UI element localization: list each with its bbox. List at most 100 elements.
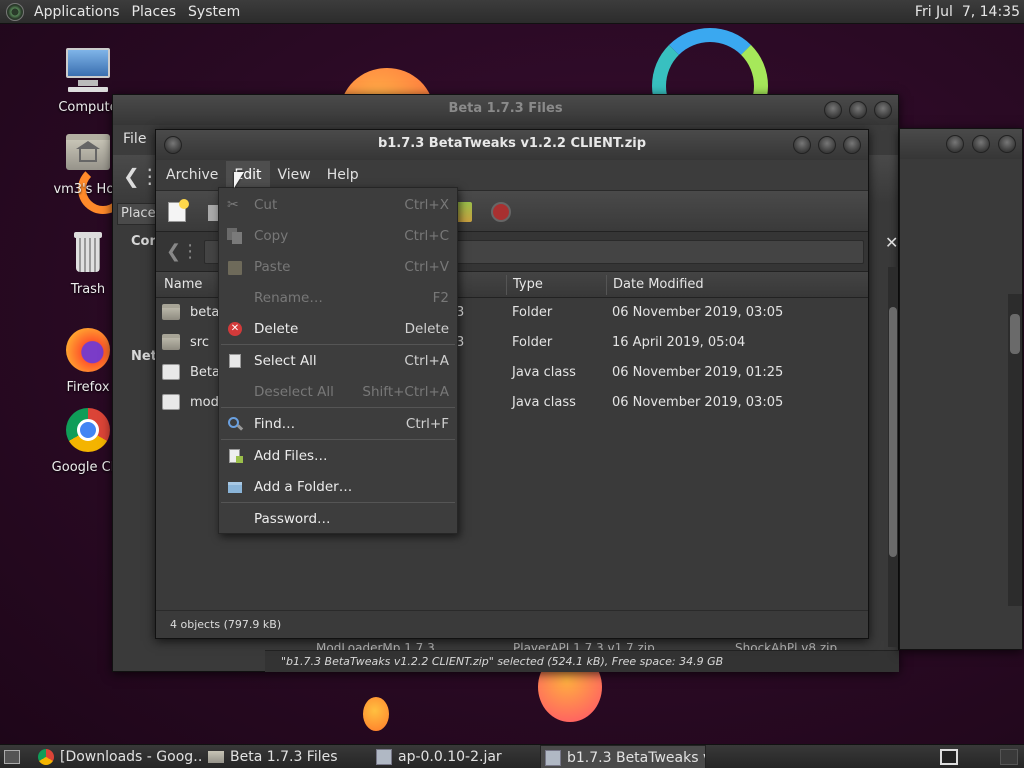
menu-file[interactable]: File bbox=[123, 131, 146, 147]
window-minimize-button[interactable] bbox=[824, 101, 842, 119]
menu-item-paste[interactable]: Paste Ctrl+V bbox=[219, 252, 457, 282]
java-class-icon bbox=[162, 394, 180, 410]
column-header-date[interactable]: Date Modified bbox=[613, 277, 704, 292]
menu-view[interactable]: View bbox=[270, 161, 319, 189]
row-type: Folder bbox=[512, 305, 553, 320]
menu-item-copy[interactable]: Copy Ctrl+C bbox=[219, 221, 457, 251]
menu-places[interactable]: Places bbox=[132, 4, 177, 20]
row-date: 06 November 2019, 01:25 bbox=[612, 365, 784, 380]
delete-icon: ✕ bbox=[227, 321, 243, 337]
menu-archive[interactable]: Archive bbox=[158, 161, 226, 189]
menu-item-add-files[interactable]: Add Files… bbox=[219, 441, 457, 471]
row-type: Folder bbox=[512, 335, 553, 350]
menu-edit[interactable]: Edit bbox=[226, 161, 270, 189]
menu-item-delete[interactable]: ✕ Delete Delete bbox=[219, 314, 457, 344]
paste-icon bbox=[227, 259, 243, 275]
chrome-icon bbox=[38, 749, 54, 765]
row-date: 16 April 2019, 05:04 bbox=[612, 335, 746, 350]
row-type: Java class bbox=[512, 365, 576, 380]
menu-item-add-folder[interactable]: Add a Folder… bbox=[219, 472, 457, 502]
window-close-button[interactable] bbox=[843, 136, 861, 154]
menu-item-rename[interactable]: Rename… F2 bbox=[219, 283, 457, 313]
close-icon[interactable]: ✕ bbox=[885, 233, 898, 252]
scrollbar-thumb[interactable] bbox=[1010, 314, 1020, 354]
scrollbar-thumb[interactable] bbox=[889, 307, 897, 557]
copy-icon bbox=[227, 228, 243, 244]
menu-separator bbox=[221, 439, 455, 440]
row-type: Java class bbox=[512, 395, 576, 410]
window-maximize-button[interactable] bbox=[849, 101, 867, 119]
window-close-button[interactable] bbox=[874, 101, 892, 119]
computer-icon bbox=[64, 46, 112, 94]
back-icon[interactable]: ❮⋮ bbox=[166, 241, 199, 262]
window-maximize-button[interactable] bbox=[818, 136, 836, 154]
extract-icon[interactable] bbox=[456, 202, 472, 222]
taskbar-item-label: Beta 1.7.3 Files bbox=[230, 749, 338, 765]
new-archive-icon[interactable] bbox=[168, 199, 189, 222]
folder-icon bbox=[162, 304, 180, 320]
menu-separator bbox=[221, 407, 455, 408]
window-title: Beta 1.7.3 Files bbox=[448, 101, 563, 116]
panel-clock[interactable]: Fri Jul 7, 14:35 bbox=[915, 4, 1020, 20]
row-name: src bbox=[190, 335, 209, 350]
distro-logo-icon[interactable] bbox=[6, 2, 24, 21]
mouse-cursor-icon bbox=[234, 172, 244, 188]
menu-item-cut[interactable]: ✂ Cut Ctrl+X bbox=[219, 190, 457, 220]
archive-titlebar[interactable]: b1.7.3 BetaTweaks v1.2.2 CLIENT.zip bbox=[156, 130, 868, 160]
window-minimize-button[interactable] bbox=[793, 136, 811, 154]
row-date: 06 November 2019, 03:05 bbox=[612, 305, 784, 320]
top-panel: Applications Places System Fri Jul 7, 14… bbox=[0, 0, 1024, 24]
window-minimize-button[interactable] bbox=[946, 135, 964, 153]
chrome-icon bbox=[64, 406, 112, 454]
status-text: "b1.7.3 BetaTweaks v1.2.2 CLIENT.zip" se… bbox=[281, 655, 724, 668]
background-window-titlebar[interactable] bbox=[900, 129, 1022, 159]
workspace-switcher-icon[interactable] bbox=[1000, 749, 1018, 765]
menu-help[interactable]: Help bbox=[319, 161, 367, 189]
archive-menubar: Archive Edit View Help bbox=[156, 160, 868, 190]
menu-item-password[interactable]: Password… bbox=[219, 504, 457, 534]
archive-icon bbox=[545, 750, 561, 766]
file-manager-statusbar: "b1.7.3 BetaTweaks v1.2.2 CLIENT.zip" se… bbox=[265, 650, 899, 672]
vertical-scrollbar[interactable] bbox=[888, 267, 898, 647]
edit-menu-dropdown: ✂ Cut Ctrl+X Copy Ctrl+C Paste Ctrl+V Re… bbox=[218, 187, 458, 534]
taskbar-item-label: ap-0.0.10-2.jar bbox=[398, 749, 502, 765]
bottom-taskbar: [Downloads - Goog… Beta 1.7.3 Files ap-0… bbox=[0, 744, 1024, 768]
home-folder-icon bbox=[64, 128, 112, 176]
taskbar-item-files[interactable]: Beta 1.7.3 Files bbox=[204, 745, 370, 768]
menu-applications[interactable]: Applications bbox=[34, 4, 120, 20]
menu-item-find[interactable]: Find… Ctrl+F bbox=[219, 409, 457, 439]
row-date: 06 November 2019, 03:05 bbox=[612, 395, 784, 410]
folder-icon bbox=[208, 751, 224, 763]
taskbar-item-archive[interactable]: b1.7.3 BetaTweaks v… bbox=[540, 745, 706, 768]
window-maximize-button[interactable] bbox=[972, 135, 990, 153]
stop-icon[interactable] bbox=[491, 202, 511, 222]
sidebar: Con Netv bbox=[113, 229, 165, 629]
menu-item-select-all[interactable]: Select All Ctrl+A bbox=[219, 346, 457, 376]
vertical-scrollbar[interactable] bbox=[1008, 294, 1022, 606]
menu-item-deselect-all[interactable]: Deselect All Shift+Ctrl+A bbox=[219, 377, 457, 407]
find-icon bbox=[227, 416, 244, 432]
folder-icon bbox=[162, 334, 180, 350]
cut-icon: ✂ bbox=[227, 197, 239, 213]
archive-statusbar: 4 objects (797.9 kB) bbox=[156, 610, 868, 638]
background-window: ✕ bbox=[885, 128, 1023, 650]
select-all-icon bbox=[227, 353, 243, 369]
taskbar-item-jar[interactable]: ap-0.0.10-2.jar bbox=[372, 745, 538, 768]
wallpaper-blob bbox=[363, 697, 389, 731]
window-menu-button[interactable] bbox=[164, 136, 182, 154]
column-header-name[interactable]: Name bbox=[164, 277, 202, 292]
column-header-type[interactable]: Type bbox=[513, 277, 543, 292]
file-manager-titlebar[interactable]: Beta 1.7.3 Files bbox=[113, 95, 898, 125]
add-files-icon bbox=[227, 448, 243, 464]
workspace-switcher-icon[interactable] bbox=[940, 749, 958, 765]
window-close-button[interactable] bbox=[998, 135, 1016, 153]
show-desktop-icon[interactable] bbox=[4, 750, 20, 764]
menu-system[interactable]: System bbox=[188, 4, 240, 20]
open-archive-icon[interactable] bbox=[208, 205, 218, 221]
menu-separator bbox=[221, 344, 455, 345]
taskbar-item-chrome[interactable]: [Downloads - Goog… bbox=[34, 745, 202, 768]
menu-separator bbox=[221, 502, 455, 503]
window-title: b1.7.3 BetaTweaks v1.2.2 CLIENT.zip bbox=[377, 136, 647, 151]
trash-icon bbox=[64, 228, 112, 276]
taskbar-item-label: b1.7.3 BetaTweaks v… bbox=[567, 750, 705, 766]
